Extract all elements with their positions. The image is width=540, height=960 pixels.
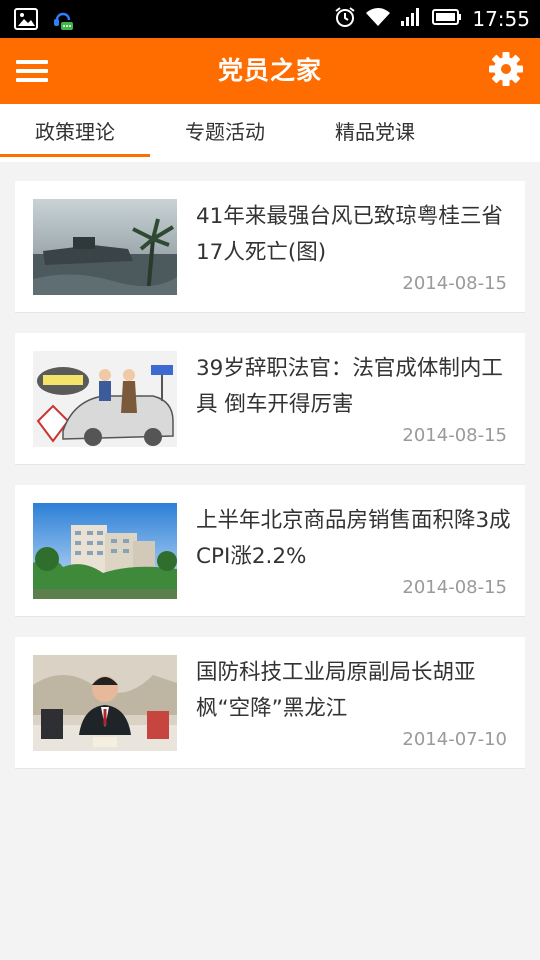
tab-special-activities[interactable]: 专题活动 [150, 104, 300, 162]
news-list: 41年来最强台风已致琼粤桂三省17人死亡(图) 2014-08-15 39岁辞职… [15, 181, 525, 789]
tab-label: 专题活动 [185, 120, 265, 144]
gear-icon [489, 52, 523, 86]
tab-featured-lessons[interactable]: 精品党课 [300, 104, 450, 162]
tab-label: 政策理论 [35, 120, 115, 144]
news-date: 2014-08-15 [402, 577, 507, 598]
news-item[interactable]: 国防科技工业局原副局长胡亚枫“空降”黑龙江 2014-07-10 [15, 637, 525, 769]
tab-label: 精品党课 [335, 120, 415, 144]
news-date: 2014-08-15 [402, 273, 507, 294]
status-time: 17:55 [472, 7, 530, 31]
news-date: 2014-07-10 [402, 729, 507, 750]
news-thumbnail [33, 503, 177, 599]
image-icon [14, 8, 38, 34]
news-thumbnail [33, 351, 177, 447]
news-date: 2014-08-15 [402, 425, 507, 446]
news-title: 41年来最强台风已致琼粤桂三省17人死亡(图) [196, 204, 503, 265]
tab-bar: 政策理论 专题活动 精品党课 [0, 104, 540, 162]
news-item[interactable]: 上半年北京商品房销售面积降3成 CPI涨2.2% 2014-08-15 [15, 485, 525, 617]
tab-policy-theory[interactable]: 政策理论 [0, 104, 150, 162]
signal-icon [400, 7, 422, 31]
battery-icon [432, 7, 462, 31]
status-bar: 17:55 [0, 0, 540, 38]
wifi-icon [366, 7, 391, 31]
news-title: 39岁辞职法官：法官成体制内工具 倒车开得厉害 [196, 356, 503, 417]
chat-icon [50, 6, 76, 36]
news-thumbnail [33, 655, 177, 751]
app-bar: 党员之家 [0, 38, 540, 104]
settings-button[interactable] [488, 51, 524, 87]
news-item[interactable]: 39岁辞职法官：法官成体制内工具 倒车开得厉害 2014-08-15 [15, 333, 525, 465]
page-title: 党员之家 [217, 56, 322, 85]
alarm-icon [334, 6, 356, 32]
news-thumbnail [33, 199, 177, 295]
news-title: 上半年北京商品房销售面积降3成 CPI涨2.2% [196, 508, 511, 569]
news-title: 国防科技工业局原副局长胡亚枫“空降”黑龙江 [196, 660, 476, 721]
news-item[interactable]: 41年来最强台风已致琼粤桂三省17人死亡(图) 2014-08-15 [15, 181, 525, 313]
